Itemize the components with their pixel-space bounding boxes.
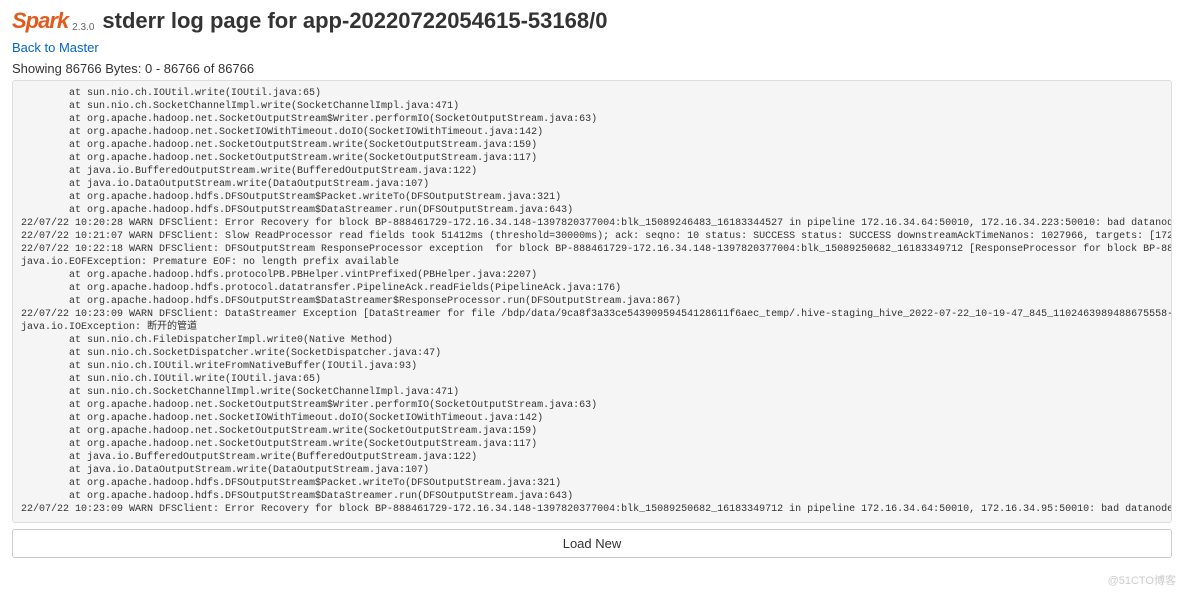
log-output: at sun.nio.ch.IOUtil.write(IOUtil.java:6… xyxy=(12,80,1172,523)
header: Spark 2.3.0 stderr log page for app-2022… xyxy=(12,8,1172,34)
spark-logo: Spark 2.3.0 xyxy=(12,8,94,34)
spark-version: 2.3.0 xyxy=(72,22,94,33)
spark-logo-icon: Spark xyxy=(12,8,68,34)
back-to-master-link[interactable]: Back to Master xyxy=(12,40,99,55)
watermark: @51CTO博客 xyxy=(1108,572,1176,588)
page-title: stderr log page for app-20220722054615-5… xyxy=(102,8,607,34)
load-new-button[interactable]: Load New xyxy=(12,529,1172,558)
bytes-info: Showing 86766 Bytes: 0 - 86766 of 86766 xyxy=(12,61,1172,76)
